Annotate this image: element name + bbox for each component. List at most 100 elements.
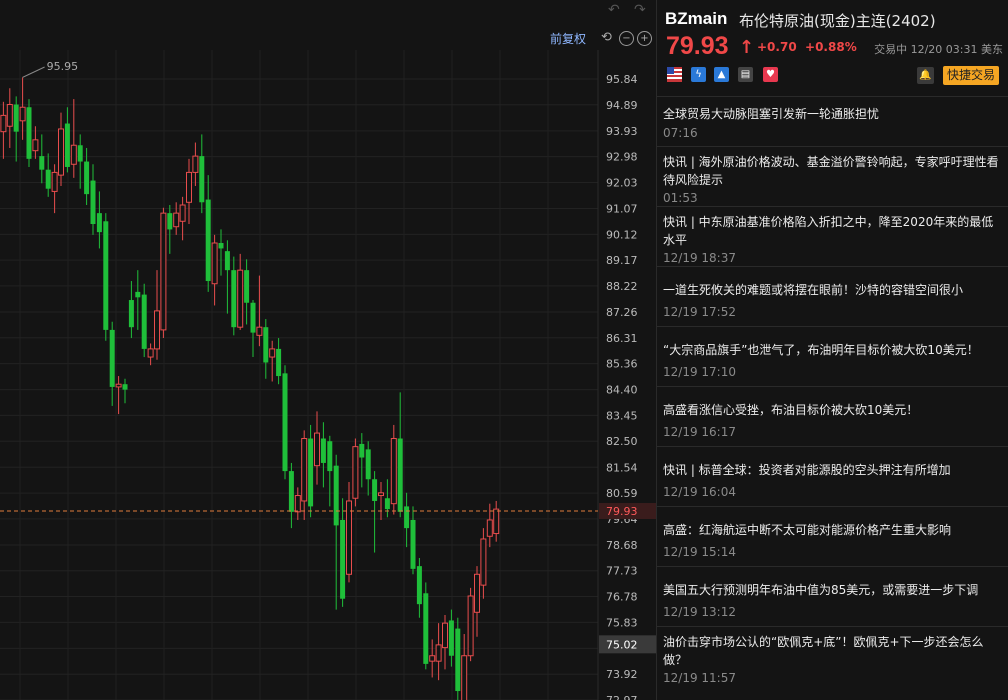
news-title[interactable]: “大宗商品旗手”也泄气了，布油明年目标价被大砍10美元！ — [663, 341, 1003, 359]
candle-body — [0, 114, 7, 133]
candle-body — [64, 123, 70, 167]
reset-icon[interactable]: ⟲ — [600, 31, 613, 44]
price-axis-label: 93.93 — [606, 125, 638, 138]
candlestick-chart[interactable]: 95.84 94.89 93.93 92.98 92.03 91.07 90.12 89.17… — [0, 0, 656, 700]
price-axis-label: 80.59 — [606, 487, 638, 500]
news-time: 12/19 16:17 — [663, 425, 736, 439]
news-time: 12/19 15:14 — [663, 545, 736, 559]
candle-body — [359, 443, 365, 458]
price-axis-label: 73.92 — [606, 668, 638, 681]
candle-body — [294, 495, 301, 513]
candle-body — [448, 620, 454, 656]
news-item[interactable]: 美国五大行预测明年布油中值为85美元，或需要进一步下调 12/19 13:12 — [657, 566, 1008, 619]
candle-body — [211, 242, 218, 285]
news-item[interactable]: 一道生死攸关的难题或将摆在眼前！沙特的容错空间很小 12/19 17:52 — [657, 266, 1008, 319]
bell-icon[interactable]: 🔔 — [917, 67, 934, 84]
candle-body — [390, 438, 397, 505]
candle-body — [256, 326, 263, 336]
news-time: 12/19 13:12 — [663, 605, 736, 619]
news-item[interactable]: 快讯 | 海外原油价格波动、基金溢价警铃响起，专家呼吁理性看待风险提示 01:53 — [657, 146, 1008, 205]
price-axis-label: 86.31 — [606, 332, 638, 345]
news-time: 12/19 17:52 — [663, 305, 736, 319]
zoom-in-icon[interactable]: + — [637, 31, 652, 46]
news-title[interactable]: 快讯 | 标普全球：投资者对能源股的空头押注有所增加 — [663, 461, 1003, 479]
candle-body — [237, 269, 244, 328]
candle-body — [135, 291, 141, 298]
news-item[interactable]: “大宗商品旗手”也泄气了，布油明年目标价被大砍10美元！ 12/19 17:10 — [657, 326, 1008, 379]
news-time: 12/19 18:37 — [663, 251, 736, 265]
news-title[interactable]: 全球贸易大动脉阻塞引发新一轮通胀担忧 — [663, 105, 1003, 123]
news-title[interactable]: 油价击穿市场公认的“欧佩克+底”！欧佩克+下一步还会怎么做？ — [663, 633, 1003, 669]
candle-body — [6, 104, 13, 127]
news-item[interactable]: 油价击穿市场公认的“欧佩克+底”！欧佩克+下一步还会怎么做？ 12/19 11:5… — [657, 626, 1008, 685]
candle-body — [90, 180, 96, 224]
change-percent: +0.88% — [805, 40, 857, 54]
lightning-icon[interactable]: ϟ — [691, 67, 706, 82]
candle-body — [308, 438, 314, 507]
candle-body — [160, 212, 167, 331]
redo-icon[interactable]: ↷ — [634, 2, 646, 18]
candle-body — [301, 438, 308, 502]
price-axis-label: 77.73 — [606, 565, 638, 578]
price-axis-label: 95.84 — [606, 73, 638, 86]
candle-body — [474, 573, 480, 613]
candle-body — [58, 128, 64, 176]
candle-body — [19, 106, 26, 122]
undo-icon[interactable]: ↶ — [608, 2, 620, 18]
news-title[interactable]: 美国五大行预测明年布油中值为85美元，或需要进一步下调 — [663, 581, 1003, 599]
candle-body — [486, 519, 493, 537]
news-time: 12/19 16:04 — [663, 485, 736, 499]
price-axis-label: 88.22 — [606, 280, 638, 293]
candle-body — [103, 221, 109, 330]
candle-body — [96, 213, 102, 233]
news-title[interactable]: 快讯 | 中东原油基准价格陷入折扣之中，降至2020年来的最低水平 — [663, 213, 1003, 249]
chart-panel[interactable]: 95.84 94.89 93.93 92.98 92.03 91.07 90.12 89.17… — [0, 0, 656, 700]
candle-body — [224, 251, 230, 271]
candle-body — [173, 212, 180, 228]
quick-trade-button[interactable]: 快捷交易 — [943, 66, 999, 85]
candle-body — [435, 644, 442, 662]
news-item[interactable]: 高盛：红海航运中断不太可能对能源价格产生重大影响 12/19 15:14 — [657, 506, 1008, 559]
pyramid-icon[interactable]: ▲ — [714, 67, 729, 82]
low-price-tag: 75.02 — [606, 638, 638, 651]
news-title[interactable]: 一道生死攸关的难题或将摆在眼前！沙特的容错空间很小 — [663, 281, 1003, 299]
candle-body — [39, 156, 45, 170]
news-item[interactable]: 快讯 | 标普全球：投资者对能源股的空头押注有所增加 12/19 16:04 — [657, 446, 1008, 499]
news-item[interactable]: 全球贸易大动脉阻塞引发新一轮通胀担忧 07:16 — [657, 96, 1008, 140]
price-axis-label: 91.07 — [606, 203, 638, 216]
heart-icon[interactable]: ♥ — [763, 67, 778, 82]
candle-body — [192, 155, 199, 173]
candle-body — [314, 432, 320, 467]
high-annotation-line — [22, 66, 45, 78]
price-axis-label: 90.12 — [606, 228, 638, 241]
candle-body — [141, 294, 147, 349]
news-title[interactable]: 高盛：红海航运中断不太可能对能源价格产生重大影响 — [663, 521, 1003, 539]
candle-body — [51, 171, 58, 192]
candle-body — [218, 243, 224, 249]
candle-body — [244, 270, 250, 303]
candle-body — [320, 438, 326, 463]
news-item[interactable]: 高盛看涨信心受挫，布油目标价被大砍10美元！ 12/19 16:17 — [657, 386, 1008, 439]
news-title[interactable]: 高盛看涨信心受挫，布油目标价被大砍10美元！ — [663, 401, 1003, 419]
news-item[interactable]: 快讯 | 中东原油基准价格陷入折扣之中，降至2020年来的最低水平 12/19 1… — [657, 206, 1008, 265]
candle-body — [147, 348, 154, 358]
candle-body — [461, 655, 468, 700]
up-arrow-icon: ↑ — [739, 37, 755, 58]
high-annotation: 95.95 — [47, 60, 79, 73]
price-axis-label: 75.83 — [606, 616, 638, 629]
symbol-name: 布伦特原油(现金)主连(2402) — [739, 12, 936, 30]
doc-icon[interactable]: ▤ — [738, 67, 753, 82]
candle-body — [455, 628, 461, 692]
candle-body — [205, 199, 211, 282]
candle-body — [115, 383, 122, 388]
price-adjust-toggle[interactable]: 前复权 — [550, 30, 586, 47]
candle-body — [346, 500, 352, 575]
price-axis-label: 76.78 — [606, 591, 638, 604]
us-flag-icon[interactable] — [667, 67, 682, 82]
candle-body — [263, 327, 269, 363]
news-title[interactable]: 快讯 | 海外原油价格波动、基金溢价警铃响起，专家呼吁理性看待风险提示 — [663, 153, 1003, 189]
zoom-out-icon[interactable]: − — [619, 31, 634, 46]
candle-body — [128, 300, 134, 328]
candle-body — [327, 441, 333, 472]
candle-body — [442, 622, 448, 649]
